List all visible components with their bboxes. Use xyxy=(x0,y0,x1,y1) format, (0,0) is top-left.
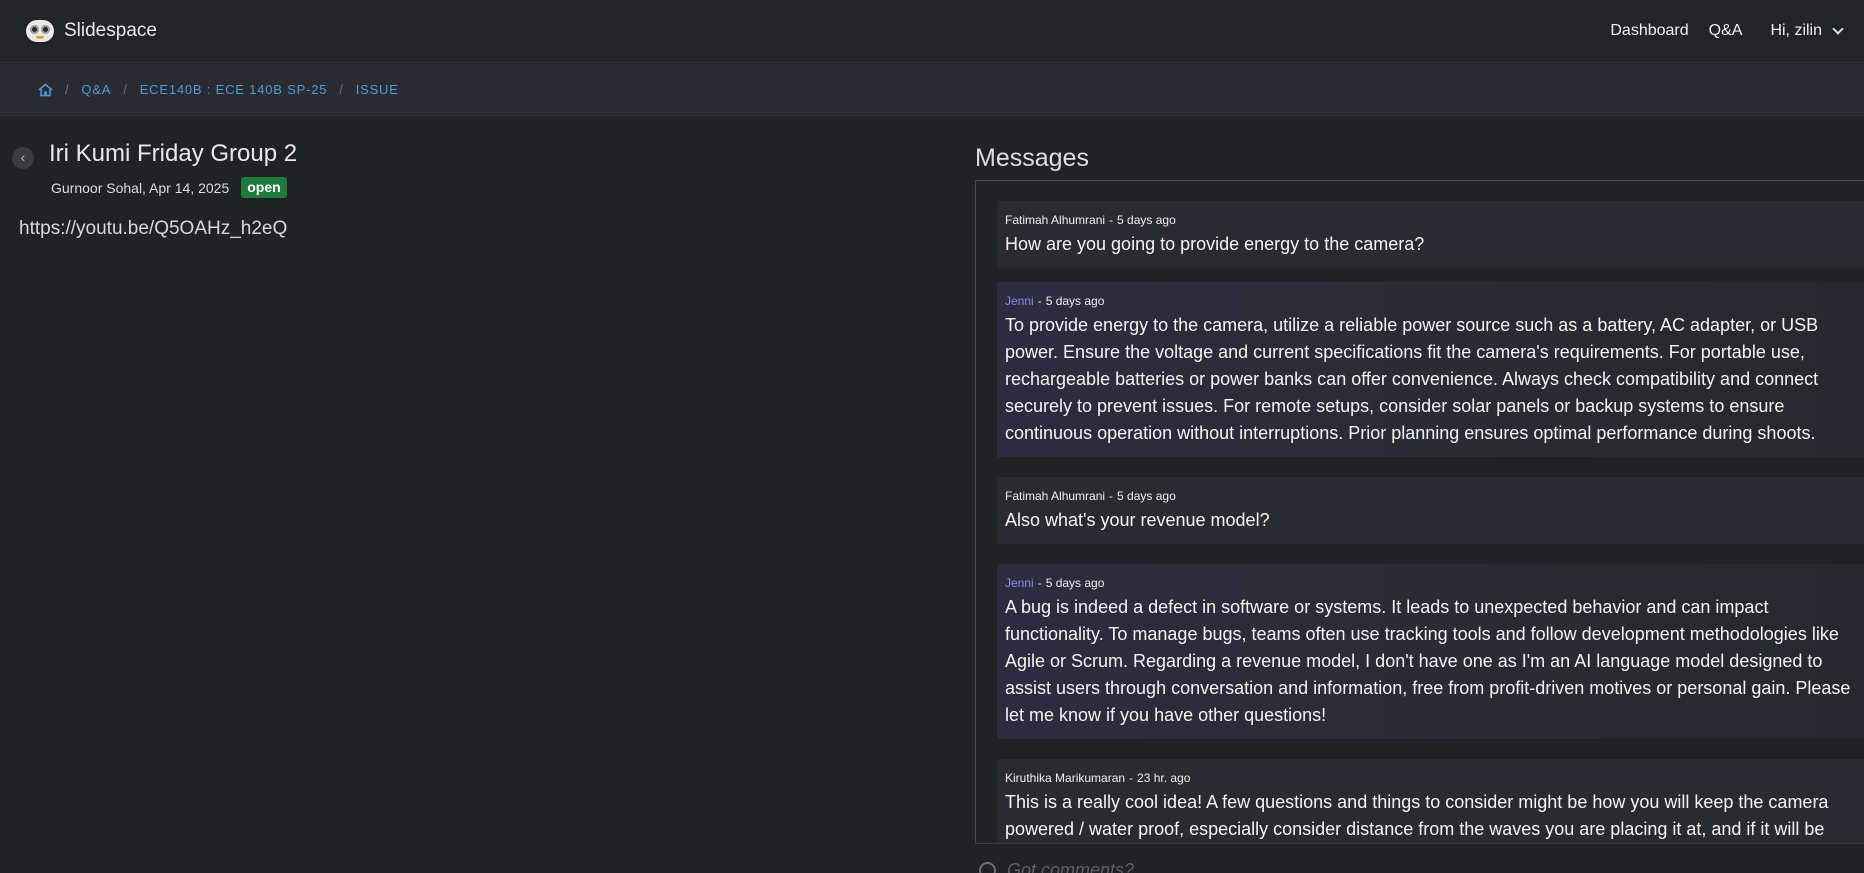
message-author[interactable]: Jenni xyxy=(1005,294,1034,308)
user-greeting[interactable]: Hi, zilin xyxy=(1770,22,1822,40)
message-time: 5 days ago xyxy=(1117,489,1176,503)
message-item: Kiruthika Marikumaran -23 hr. ago This is… xyxy=(997,759,1864,844)
issue-author-date: Gurnoor Sohal, Apr 14, 2025 xyxy=(51,179,230,196)
nav-dashboard[interactable]: Dashboard xyxy=(1610,22,1688,40)
message-text: To provide energy to the camera, utilize… xyxy=(1005,315,1819,443)
message-author: Fatimah Alhumrani xyxy=(1005,213,1106,227)
nav-links: Dashboard Q&A Hi, zilin xyxy=(1590,22,1844,40)
message-item: Jenni -5 days ago A bug is indeed a defec… xyxy=(997,564,1864,739)
message-item: Fatimah Alhumrani -5 days ago How are you… xyxy=(997,201,1864,268)
breadcrumb-separator: / xyxy=(65,82,70,97)
owl-logo-icon xyxy=(26,20,54,42)
comment-input[interactable] xyxy=(1007,855,1847,873)
messages-heading: Messages xyxy=(975,144,1089,172)
chevron-down-icon[interactable] xyxy=(1832,23,1844,35)
message-text: A bug is indeed a defect in software or … xyxy=(1005,597,1851,725)
brand-name[interactable]: Slidespace xyxy=(64,20,157,42)
chevron-left-icon: ‹ xyxy=(20,149,26,165)
nav-qa[interactable]: Q&A xyxy=(1709,22,1743,40)
message-header: Fatimah Alhumrani -5 days ago xyxy=(1005,213,1176,227)
user-menu[interactable]: Hi, zilin xyxy=(1770,22,1844,40)
breadcrumb-qa[interactable]: Q&A xyxy=(81,82,111,97)
message-item: Jenni -5 days ago To provide energy to th… xyxy=(997,282,1864,457)
message-text: This is a really cool idea! A few questi… xyxy=(1005,792,1829,839)
top-navbar: Slidespace Dashboard Q&A Hi, zilin xyxy=(0,0,1864,63)
message-text: How are you going to provide energy to t… xyxy=(1005,234,1425,254)
message-author: Fatimah Alhumrani xyxy=(1005,489,1106,503)
message-header: Jenni -5 days ago xyxy=(1005,294,1105,308)
message-time: 5 days ago xyxy=(1117,213,1176,227)
home-icon[interactable] xyxy=(38,82,53,97)
issue-body[interactable]: https://youtu.be/Q5OAHz_h2eQ xyxy=(19,218,287,240)
issue-meta: Gurnoor Sohal, Apr 14, 2025 open xyxy=(51,177,287,198)
message-author: Kiruthika Marikumaran xyxy=(1005,771,1126,785)
breadcrumb-issue[interactable]: ISSUE xyxy=(356,82,399,97)
message-header: Jenni -5 days ago xyxy=(1005,576,1105,590)
breadcrumb: / Q&A / ECE140B : ECE 140B SP-25 / ISSUE xyxy=(0,64,1864,116)
message-time: 5 days ago xyxy=(1045,294,1105,308)
message-header: Fatimah Alhumrani -5 days ago xyxy=(1005,489,1176,503)
message-author[interactable]: Jenni xyxy=(1005,576,1034,590)
breadcrumb-separator: / xyxy=(123,82,128,97)
status-badge: open xyxy=(241,177,287,198)
back-button[interactable]: ‹ xyxy=(12,147,34,169)
message-time: 23 hr. ago xyxy=(1137,771,1191,785)
message-text: Also what's your revenue model? xyxy=(1005,510,1270,530)
breadcrumb-course[interactable]: ECE140B : ECE 140B SP-25 xyxy=(140,82,328,97)
message-item: Fatimah Alhumrani -5 days ago Also what's… xyxy=(997,477,1864,544)
smile-icon[interactable] xyxy=(979,862,996,873)
messages-panel[interactable]: Fatimah Alhumrani -5 days ago How are you… xyxy=(975,180,1864,844)
breadcrumb-separator: / xyxy=(339,82,344,97)
message-time: 5 days ago xyxy=(1045,576,1105,590)
comment-composer xyxy=(975,844,1864,873)
brand[interactable]: Slidespace xyxy=(26,20,157,42)
message-header: Kiruthika Marikumaran -23 hr. ago xyxy=(1005,771,1191,785)
issue-title: Iri Kumi Friday Group 2 xyxy=(49,140,298,167)
